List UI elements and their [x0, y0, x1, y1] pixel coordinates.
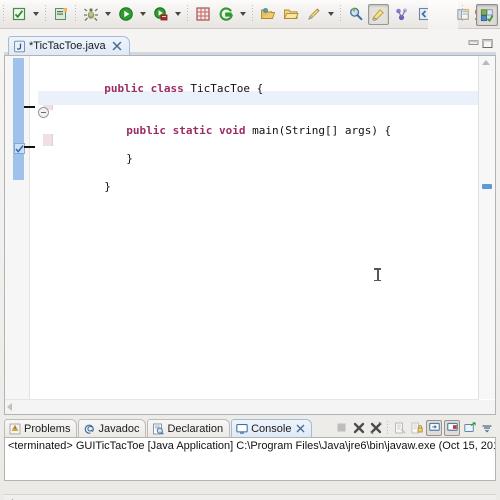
toolbar-group-resource	[256, 2, 337, 26]
scroll-up-arrow-icon[interactable]	[482, 60, 490, 65]
toolbar-separator	[45, 5, 46, 23]
close-icon[interactable]	[296, 424, 305, 433]
console-toolbar	[333, 419, 495, 436]
code-canvas[interactable]: public class TicTacToe { public static v…	[38, 56, 478, 399]
terminate-button[interactable]	[334, 420, 349, 435]
save-dropdown[interactable]	[30, 4, 41, 25]
coverage-button[interactable]	[215, 4, 236, 25]
overview-marker[interactable]	[482, 184, 492, 189]
code-keyword: static	[172, 124, 213, 137]
toolbar-group-save	[7, 2, 42, 26]
remove-all-terminated-button[interactable]	[368, 420, 383, 435]
toolbar-separator	[340, 5, 341, 23]
declaration-icon	[152, 423, 165, 435]
tab-problems-label: Problems	[24, 422, 71, 435]
tab-console[interactable]: Console	[231, 419, 313, 437]
tab-console-label: Console	[251, 422, 292, 435]
toolbar-separator	[252, 5, 253, 23]
code-text: TicTacToe {	[183, 82, 264, 95]
open-console-button[interactable]	[462, 420, 477, 435]
code-keyword: public	[126, 124, 166, 137]
code-keyword: void	[218, 124, 246, 137]
status-bar	[4, 494, 496, 500]
editor-area: *TicTacToe.java public class TicTacToe {…	[4, 36, 496, 415]
code-line: }	[38, 166, 111, 208]
tab-declaration[interactable]: Declaration	[147, 419, 231, 437]
debug-button[interactable]	[80, 4, 101, 25]
toolbar-separator	[75, 5, 76, 23]
new-java-class-button[interactable]	[50, 4, 71, 25]
console-line: <terminated> GUITicTacToe [Java Applicat…	[8, 440, 495, 452]
editor-tab-tictactoe[interactable]: *TicTacToe.java	[8, 36, 130, 55]
run-dropdown[interactable]	[137, 4, 148, 25]
coverage-dropdown[interactable]	[237, 4, 248, 25]
java-file-icon	[13, 40, 26, 53]
pencil-button[interactable]	[303, 4, 324, 25]
pencil-dropdown[interactable]	[325, 4, 336, 25]
open-type-button[interactable]	[257, 4, 278, 25]
javadoc-at-icon	[83, 423, 95, 435]
perspective-open-button[interactable]	[452, 4, 474, 26]
tab-javadoc[interactable]: Javadoc	[78, 419, 147, 437]
toolbar-separator	[187, 5, 188, 23]
scroll-left-arrow-icon[interactable]	[7, 403, 12, 411]
external-tools-button[interactable]	[150, 4, 171, 25]
overview-ruler[interactable]	[478, 56, 495, 399]
code-text: main(String[] args) {	[245, 124, 392, 137]
fold-bracket-top	[24, 106, 35, 108]
console-monitor-icon	[236, 423, 248, 435]
toolbar-separator	[3, 5, 4, 23]
tab-problems[interactable]: Problems	[4, 419, 78, 437]
folding-column[interactable]	[24, 56, 53, 414]
close-icon[interactable]	[112, 41, 122, 51]
link-button[interactable]	[391, 4, 412, 25]
toolbar-group-run	[79, 2, 184, 26]
code-line: public class TicTacToe {	[38, 68, 263, 110]
debug-dropdown[interactable]	[102, 4, 113, 25]
editor-body: public class TicTacToe { public static v…	[4, 55, 496, 415]
editor-tab-label: *TicTacToe.java	[29, 40, 106, 52]
toolbar-group-new	[49, 2, 72, 26]
text-ibeam-cursor	[374, 268, 381, 281]
tab-javadoc-label: Javadoc	[98, 422, 140, 435]
scroll-lock-button[interactable]	[409, 420, 424, 435]
tab-declaration-label: Declaration	[167, 422, 224, 435]
editor-window-buttons	[468, 38, 493, 49]
bottom-tab-row: Problems Javadoc Declaration Console	[4, 418, 496, 437]
code-keyword: class	[150, 82, 184, 95]
display-selected-console-button[interactable]	[444, 419, 460, 436]
console-toolbar-separator	[387, 421, 388, 434]
new-window-button[interactable]	[192, 4, 213, 25]
horizontal-scrollbar[interactable]	[5, 399, 479, 414]
minimize-icon[interactable]	[468, 38, 479, 49]
code-text: }	[104, 180, 111, 193]
scroll-corner	[479, 400, 495, 414]
external-tools-dropdown[interactable]	[172, 4, 183, 25]
bottom-panel: Problems Javadoc Declaration Console <te…	[4, 418, 496, 500]
pin-console-button[interactable]	[426, 419, 442, 436]
open-task-button[interactable]	[280, 4, 301, 25]
console-output[interactable]: <terminated> GUITicTacToe [Java Applicat…	[4, 437, 496, 481]
remove-launch-button[interactable]	[351, 420, 366, 435]
marker-button[interactable]	[368, 3, 389, 25]
view-menu-icon[interactable]	[479, 420, 494, 435]
editor-tab-row: *TicTacToe.java	[4, 36, 496, 55]
toolbar-group-navigate	[191, 2, 249, 26]
fold-bracket-bottom	[24, 146, 35, 148]
eclipse-window: *TicTacToe.java public class TicTacToe {…	[0, 0, 500, 500]
problems-icon	[9, 423, 21, 435]
perspective-java-button[interactable]	[476, 3, 498, 26]
main-toolbar	[0, 0, 500, 29]
annotation-column	[13, 58, 24, 180]
save-button[interactable]	[8, 4, 29, 25]
code-text: }	[126, 152, 133, 165]
clear-console-button[interactable]	[392, 420, 407, 435]
maximize-icon[interactable]	[482, 38, 493, 49]
search-button[interactable]	[345, 4, 366, 25]
run-button[interactable]	[115, 4, 136, 25]
perspective-switcher	[450, 2, 498, 27]
code-keyword: public	[104, 82, 144, 95]
